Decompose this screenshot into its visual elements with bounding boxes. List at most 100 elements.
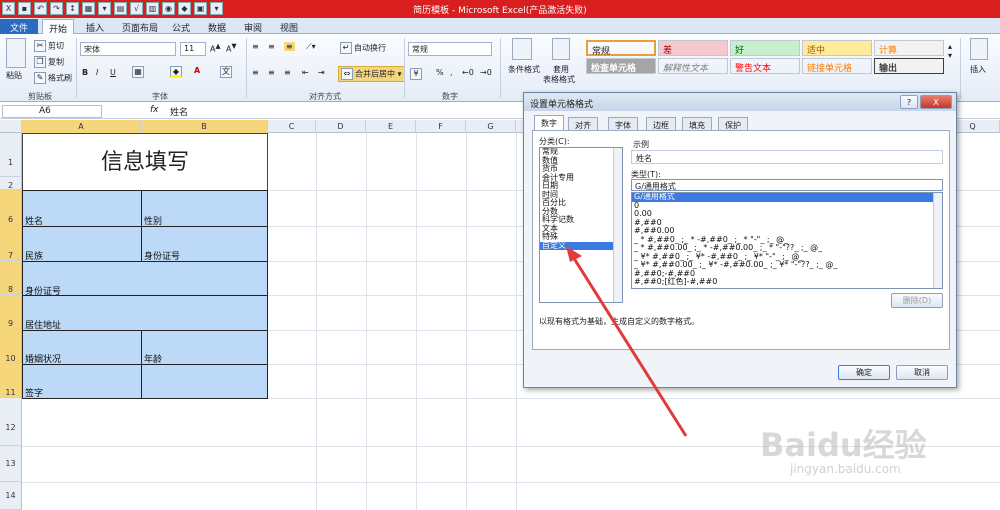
style-linked-cell[interactable]: 链接单元格 [802, 58, 872, 74]
align-center-icon[interactable]: ≡ [268, 68, 275, 77]
underline-button[interactable]: U [110, 68, 116, 77]
font-size-select[interactable]: 11 [180, 42, 206, 56]
insert-cells-icon[interactable] [970, 38, 988, 60]
select-all-corner[interactable] [0, 120, 22, 133]
align-bottom-icon[interactable]: ≡ [284, 42, 295, 51]
cell-b11[interactable] [141, 364, 268, 399]
format-as-table-label2[interactable]: 表格格式 [543, 74, 575, 85]
row-header-6[interactable]: 6 [0, 190, 22, 226]
row-header-2[interactable]: 2 [0, 177, 22, 190]
align-left-icon[interactable]: ≡ [252, 68, 259, 77]
increase-decimal-icon[interactable]: ←0 [462, 68, 474, 77]
type-scrollbar[interactable] [933, 193, 942, 288]
row-header-13[interactable]: 13 [0, 446, 22, 482]
row-header-7[interactable]: 7 [0, 226, 22, 261]
help-button[interactable]: ? [900, 95, 918, 109]
row-header-9[interactable]: 9 [0, 295, 22, 330]
copy-button[interactable]: ❐ 复制 [34, 56, 64, 68]
fill-color-icon[interactable]: ◆ [170, 66, 184, 78]
type-item[interactable]: #,##0 [632, 218, 942, 228]
style-normal[interactable]: 常规 [586, 40, 656, 57]
orientation-icon[interactable]: ⟋▾ [306, 42, 316, 52]
row-header-1[interactable]: 1 [0, 133, 22, 177]
tab-number[interactable]: 数字 [534, 115, 564, 131]
tab-border[interactable]: 边框 [646, 117, 676, 131]
delete-button[interactable]: 删除(D) [891, 293, 943, 308]
percent-button[interactable]: % [436, 68, 444, 77]
tab-font[interactable]: 字体 [608, 117, 638, 131]
insert-cells-button[interactable]: 插入 [970, 64, 986, 75]
border-icon[interactable]: ▦ [132, 66, 146, 78]
shrink-font-icon[interactable]: A▼ [226, 42, 237, 54]
fx-icon[interactable]: fx [150, 105, 159, 115]
align-middle-icon[interactable]: ≡ [268, 42, 275, 51]
row-header-10[interactable]: 10 [0, 330, 22, 364]
conditional-format-icon[interactable] [512, 38, 532, 60]
phonetic-icon[interactable]: 文 [220, 66, 234, 78]
tab-fill[interactable]: 填充 [682, 117, 712, 131]
font-name-select[interactable]: 宋体 [80, 42, 176, 56]
italic-button[interactable]: I [96, 68, 98, 77]
style-warning[interactable]: 警告文本 [730, 58, 800, 74]
column-header-g[interactable]: G [466, 120, 516, 133]
column-header-d[interactable]: D [316, 120, 366, 133]
tab-view[interactable]: 视图 [274, 19, 304, 34]
style-explanatory[interactable]: 解释性文本 [658, 58, 728, 74]
row-header-8[interactable]: 8 [0, 261, 22, 295]
formula-input[interactable]: 姓名 [170, 105, 188, 118]
name-label: 姓名 [25, 217, 44, 227]
increase-indent-icon[interactable]: ⇥ [318, 68, 325, 77]
align-right-icon[interactable]: ≡ [284, 68, 291, 77]
column-header-a[interactable]: A [22, 120, 141, 133]
tab-insert[interactable]: 插入 [80, 19, 110, 34]
wrap-text-button[interactable]: ↵ 自动换行 [340, 42, 386, 54]
paste-button[interactable]: 粘贴 [6, 70, 22, 81]
tab-formulas[interactable]: 公式 [166, 19, 196, 34]
row-header-12[interactable]: 12 [0, 398, 22, 446]
column-header-e[interactable]: E [366, 120, 416, 133]
comma-button[interactable]: , [450, 68, 453, 77]
grow-font-icon[interactable]: A▲ [210, 42, 221, 54]
cancel-button[interactable]: 取消 [896, 365, 948, 380]
close-button[interactable]: X [920, 95, 952, 109]
tab-review[interactable]: 审阅 [238, 19, 268, 34]
style-bad[interactable]: 差 [658, 40, 728, 56]
tab-page-layout[interactable]: 页面布局 [116, 19, 164, 34]
font-color-icon[interactable]: A [194, 66, 200, 75]
title-cell[interactable]: 信息填写 [22, 133, 268, 190]
style-check-cell[interactable]: 检查单元格 [586, 58, 656, 74]
ok-button[interactable]: 确定 [838, 365, 890, 380]
type-item[interactable]: G/通用格式 [632, 193, 942, 202]
tab-alignment[interactable]: 对齐 [568, 117, 598, 131]
column-header-b[interactable]: B [141, 120, 268, 133]
bold-button[interactable]: B [82, 68, 88, 77]
column-header-c[interactable]: C [268, 120, 316, 133]
row-header-11[interactable]: 11 [0, 364, 22, 398]
tab-home[interactable]: 开始 [42, 19, 75, 35]
type-input[interactable]: G/通用格式 [631, 179, 943, 191]
style-output[interactable]: 输出 [874, 58, 944, 74]
tab-data[interactable]: 数据 [202, 19, 232, 34]
style-good[interactable]: 好 [730, 40, 800, 56]
paste-icon[interactable] [6, 38, 26, 68]
name-box[interactable]: A6 [2, 105, 102, 118]
number-format-select[interactable]: 常规 [408, 42, 492, 56]
currency-icon[interactable]: ¥ [410, 68, 424, 80]
styles-scroll-icon[interactable]: ▴ ▾ [948, 42, 952, 60]
row-header-14[interactable]: 14 [0, 482, 22, 510]
conditional-format-button[interactable]: 条件格式 [508, 64, 540, 75]
type-item[interactable]: 0 [632, 201, 942, 211]
column-header-f[interactable]: F [416, 120, 466, 133]
merge-center-button[interactable]: ⇔ 合并后居中 ▾ [338, 66, 405, 82]
tab-protection[interactable]: 保护 [718, 117, 748, 131]
align-top-icon[interactable]: ≡ [252, 42, 259, 51]
decrease-indent-icon[interactable]: ⇤ [302, 68, 309, 77]
tab-file[interactable]: 文件 [0, 19, 38, 34]
table-format-icon[interactable] [552, 38, 570, 60]
cut-button[interactable]: ✂ 剪切 [34, 40, 64, 52]
type-item[interactable]: 0.00 [632, 210, 942, 219]
format-painter-button[interactable]: ✎ 格式刷 [34, 72, 72, 84]
style-neutral[interactable]: 适中 [802, 40, 872, 56]
style-calculation[interactable]: 计算 [874, 40, 944, 56]
decrease-decimal-icon[interactable]: →0 [480, 68, 492, 77]
